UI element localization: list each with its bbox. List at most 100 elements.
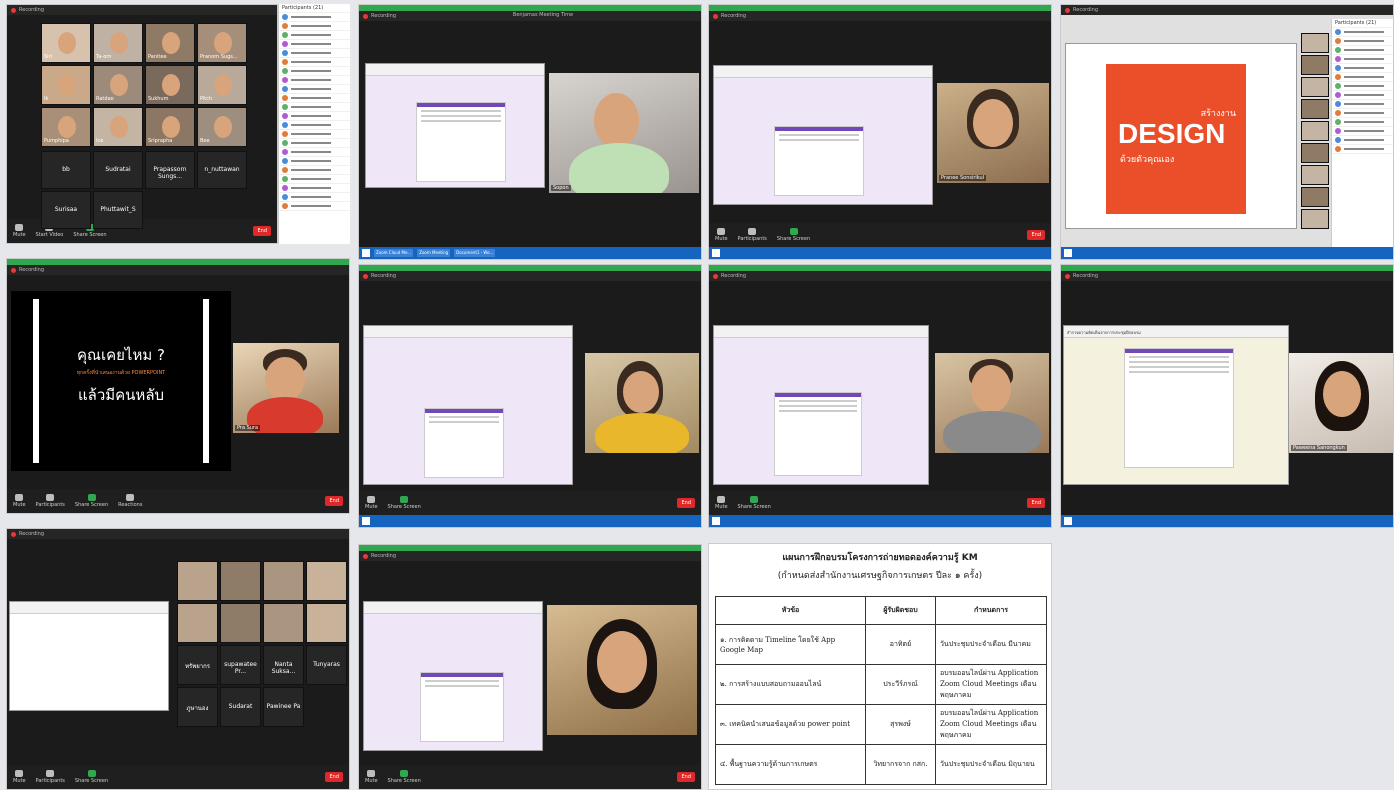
participant-row[interactable]	[1332, 91, 1393, 100]
participant-row[interactable]	[279, 112, 350, 121]
share-screen-button[interactable]: Share Screen	[738, 496, 771, 510]
reactions-button[interactable]: Reactions	[118, 494, 142, 508]
participant-video-tile[interactable]: Pranom Sugs...	[197, 23, 247, 63]
participant-video-tile[interactable]	[263, 561, 304, 601]
participant-row[interactable]	[279, 157, 350, 166]
participant-row[interactable]	[279, 22, 350, 31]
windows-start-icon[interactable]	[712, 249, 720, 257]
google-form-window[interactable]	[363, 601, 543, 751]
participant-row[interactable]	[1332, 100, 1393, 109]
participant-video-tile[interactable]: Pumphipa	[41, 107, 91, 147]
participant-video-tile[interactable]	[1301, 33, 1329, 53]
mute-button[interactable]: Mute	[715, 496, 728, 510]
participant-tile-no-video[interactable]: Nanta Suksa...	[263, 645, 304, 685]
mute-button[interactable]: Mute	[13, 494, 26, 508]
participant-row[interactable]	[1332, 28, 1393, 37]
share-screen-button[interactable]: Share Screen	[388, 496, 421, 510]
participant-row[interactable]	[279, 85, 350, 94]
end-button[interactable]: End	[325, 496, 343, 506]
participant-row[interactable]	[279, 121, 350, 130]
participant-video-tile[interactable]: Sriprapha	[145, 107, 195, 147]
windows-start-icon[interactable]	[1064, 517, 1072, 525]
participant-tile-no-video[interactable]: Surisaa	[41, 191, 91, 229]
participant-row[interactable]	[1332, 109, 1393, 118]
participant-row[interactable]	[279, 31, 350, 40]
participant-row[interactable]	[279, 148, 350, 157]
participant-tile-no-video[interactable]: bb	[41, 151, 91, 189]
participant-row[interactable]	[279, 67, 350, 76]
taskbar-item[interactable]: Document1 - Wo...	[454, 249, 496, 257]
google-form-window[interactable]	[363, 325, 573, 485]
participant-row[interactable]	[279, 49, 350, 58]
participant-tile-no-video[interactable]: n_nuttawan	[197, 151, 247, 189]
participant-row[interactable]	[279, 139, 350, 148]
end-button[interactable]: End	[1027, 230, 1045, 240]
taskbar-item[interactable]: Zoom Meeting	[417, 249, 451, 257]
participant-video-tile[interactable]: Ta-orn	[93, 23, 143, 63]
participant-row[interactable]	[279, 166, 350, 175]
participant-row[interactable]	[1332, 127, 1393, 136]
windows-start-icon[interactable]	[1064, 249, 1072, 257]
participant-video-tile[interactable]	[1301, 77, 1329, 97]
participant-video-tile[interactable]	[1301, 121, 1329, 141]
participant-row[interactable]	[1332, 37, 1393, 46]
participant-video-tile[interactable]: Siri	[41, 23, 91, 63]
participant-tile-no-video[interactable]: Sudarat	[220, 687, 261, 727]
participant-video-tile[interactable]	[1301, 55, 1329, 75]
share-screen-button[interactable]: Share Screen	[388, 770, 421, 784]
windows-start-icon[interactable]	[712, 517, 720, 525]
mute-button[interactable]: Mute	[365, 496, 378, 510]
windows-start-icon[interactable]	[362, 517, 370, 525]
participants-button[interactable]: Participants	[36, 770, 65, 784]
participant-row[interactable]	[1332, 73, 1393, 82]
participant-row[interactable]	[279, 58, 350, 67]
taskbar-item[interactable]: Zoom Cloud Me...	[374, 249, 414, 257]
participant-video-tile[interactable]	[1301, 209, 1329, 229]
participant-video-tile[interactable]	[1301, 165, 1329, 185]
participant-tile-no-video[interactable]: ภูษานอง	[177, 687, 218, 727]
participant-tile-no-video[interactable]: Phuttawit_S	[93, 191, 143, 229]
share-screen-button[interactable]: Share Screen	[75, 494, 108, 508]
participants-panel-1[interactable]: Participants (21)	[278, 4, 350, 244]
end-button[interactable]: End	[677, 772, 695, 782]
participant-tile-no-video[interactable]: Sudratai	[93, 151, 143, 189]
participant-video-tile[interactable]	[177, 603, 218, 643]
participants-panel-4[interactable]: Participants (21)	[1331, 19, 1393, 247]
participant-video-tile[interactable]: Ice	[93, 107, 143, 147]
participant-tile-no-video[interactable]: Pawinee Pa	[263, 687, 304, 727]
participant-video-tile[interactable]	[220, 561, 261, 601]
participant-tile-no-video[interactable]: Tunyaras	[306, 645, 347, 685]
participant-row[interactable]	[1332, 145, 1393, 154]
participant-video-tile[interactable]	[306, 603, 347, 643]
participant-row[interactable]	[1332, 64, 1393, 73]
participant-video-tile[interactable]: Bee	[197, 107, 247, 147]
mute-button[interactable]: Mute	[365, 770, 378, 784]
participant-tile-no-video[interactable]: ทรัพยากร	[177, 645, 218, 685]
participants-button[interactable]: Participants	[738, 228, 767, 242]
share-screen-button[interactable]: Share Screen	[777, 228, 810, 242]
participant-row[interactable]	[1332, 46, 1393, 55]
end-button[interactable]: End	[325, 772, 343, 782]
participant-row[interactable]	[279, 94, 350, 103]
participant-video-tile[interactable]	[1301, 143, 1329, 163]
mute-button[interactable]: Mute	[715, 228, 728, 242]
participant-video-tile[interactable]: Ik	[41, 65, 91, 105]
google-form-window[interactable]	[713, 65, 933, 205]
participant-video-tile[interactable]	[220, 603, 261, 643]
mute-button[interactable]: Mute	[13, 770, 26, 784]
participant-tile-no-video[interactable]: supawatee Pr...	[220, 645, 261, 685]
end-button[interactable]: End	[1027, 498, 1045, 508]
participant-video-tile[interactable]	[1301, 99, 1329, 119]
participant-row[interactable]	[279, 184, 350, 193]
participant-video-tile[interactable]: Sukhum	[145, 65, 195, 105]
participant-row[interactable]	[279, 40, 350, 49]
participant-tile-no-video[interactable]: Prapassorn Sungs...	[145, 151, 195, 189]
participant-row[interactable]	[279, 130, 350, 139]
share-screen-button[interactable]: Share Screen	[75, 770, 108, 784]
participant-row[interactable]	[279, 76, 350, 85]
participants-button[interactable]: Participants	[36, 494, 65, 508]
participant-video-tile[interactable]	[1301, 187, 1329, 207]
google-form-window[interactable]	[365, 63, 545, 188]
mute-button[interactable]: Mute	[13, 224, 26, 238]
participant-video-tile[interactable]: Panitee	[145, 23, 195, 63]
